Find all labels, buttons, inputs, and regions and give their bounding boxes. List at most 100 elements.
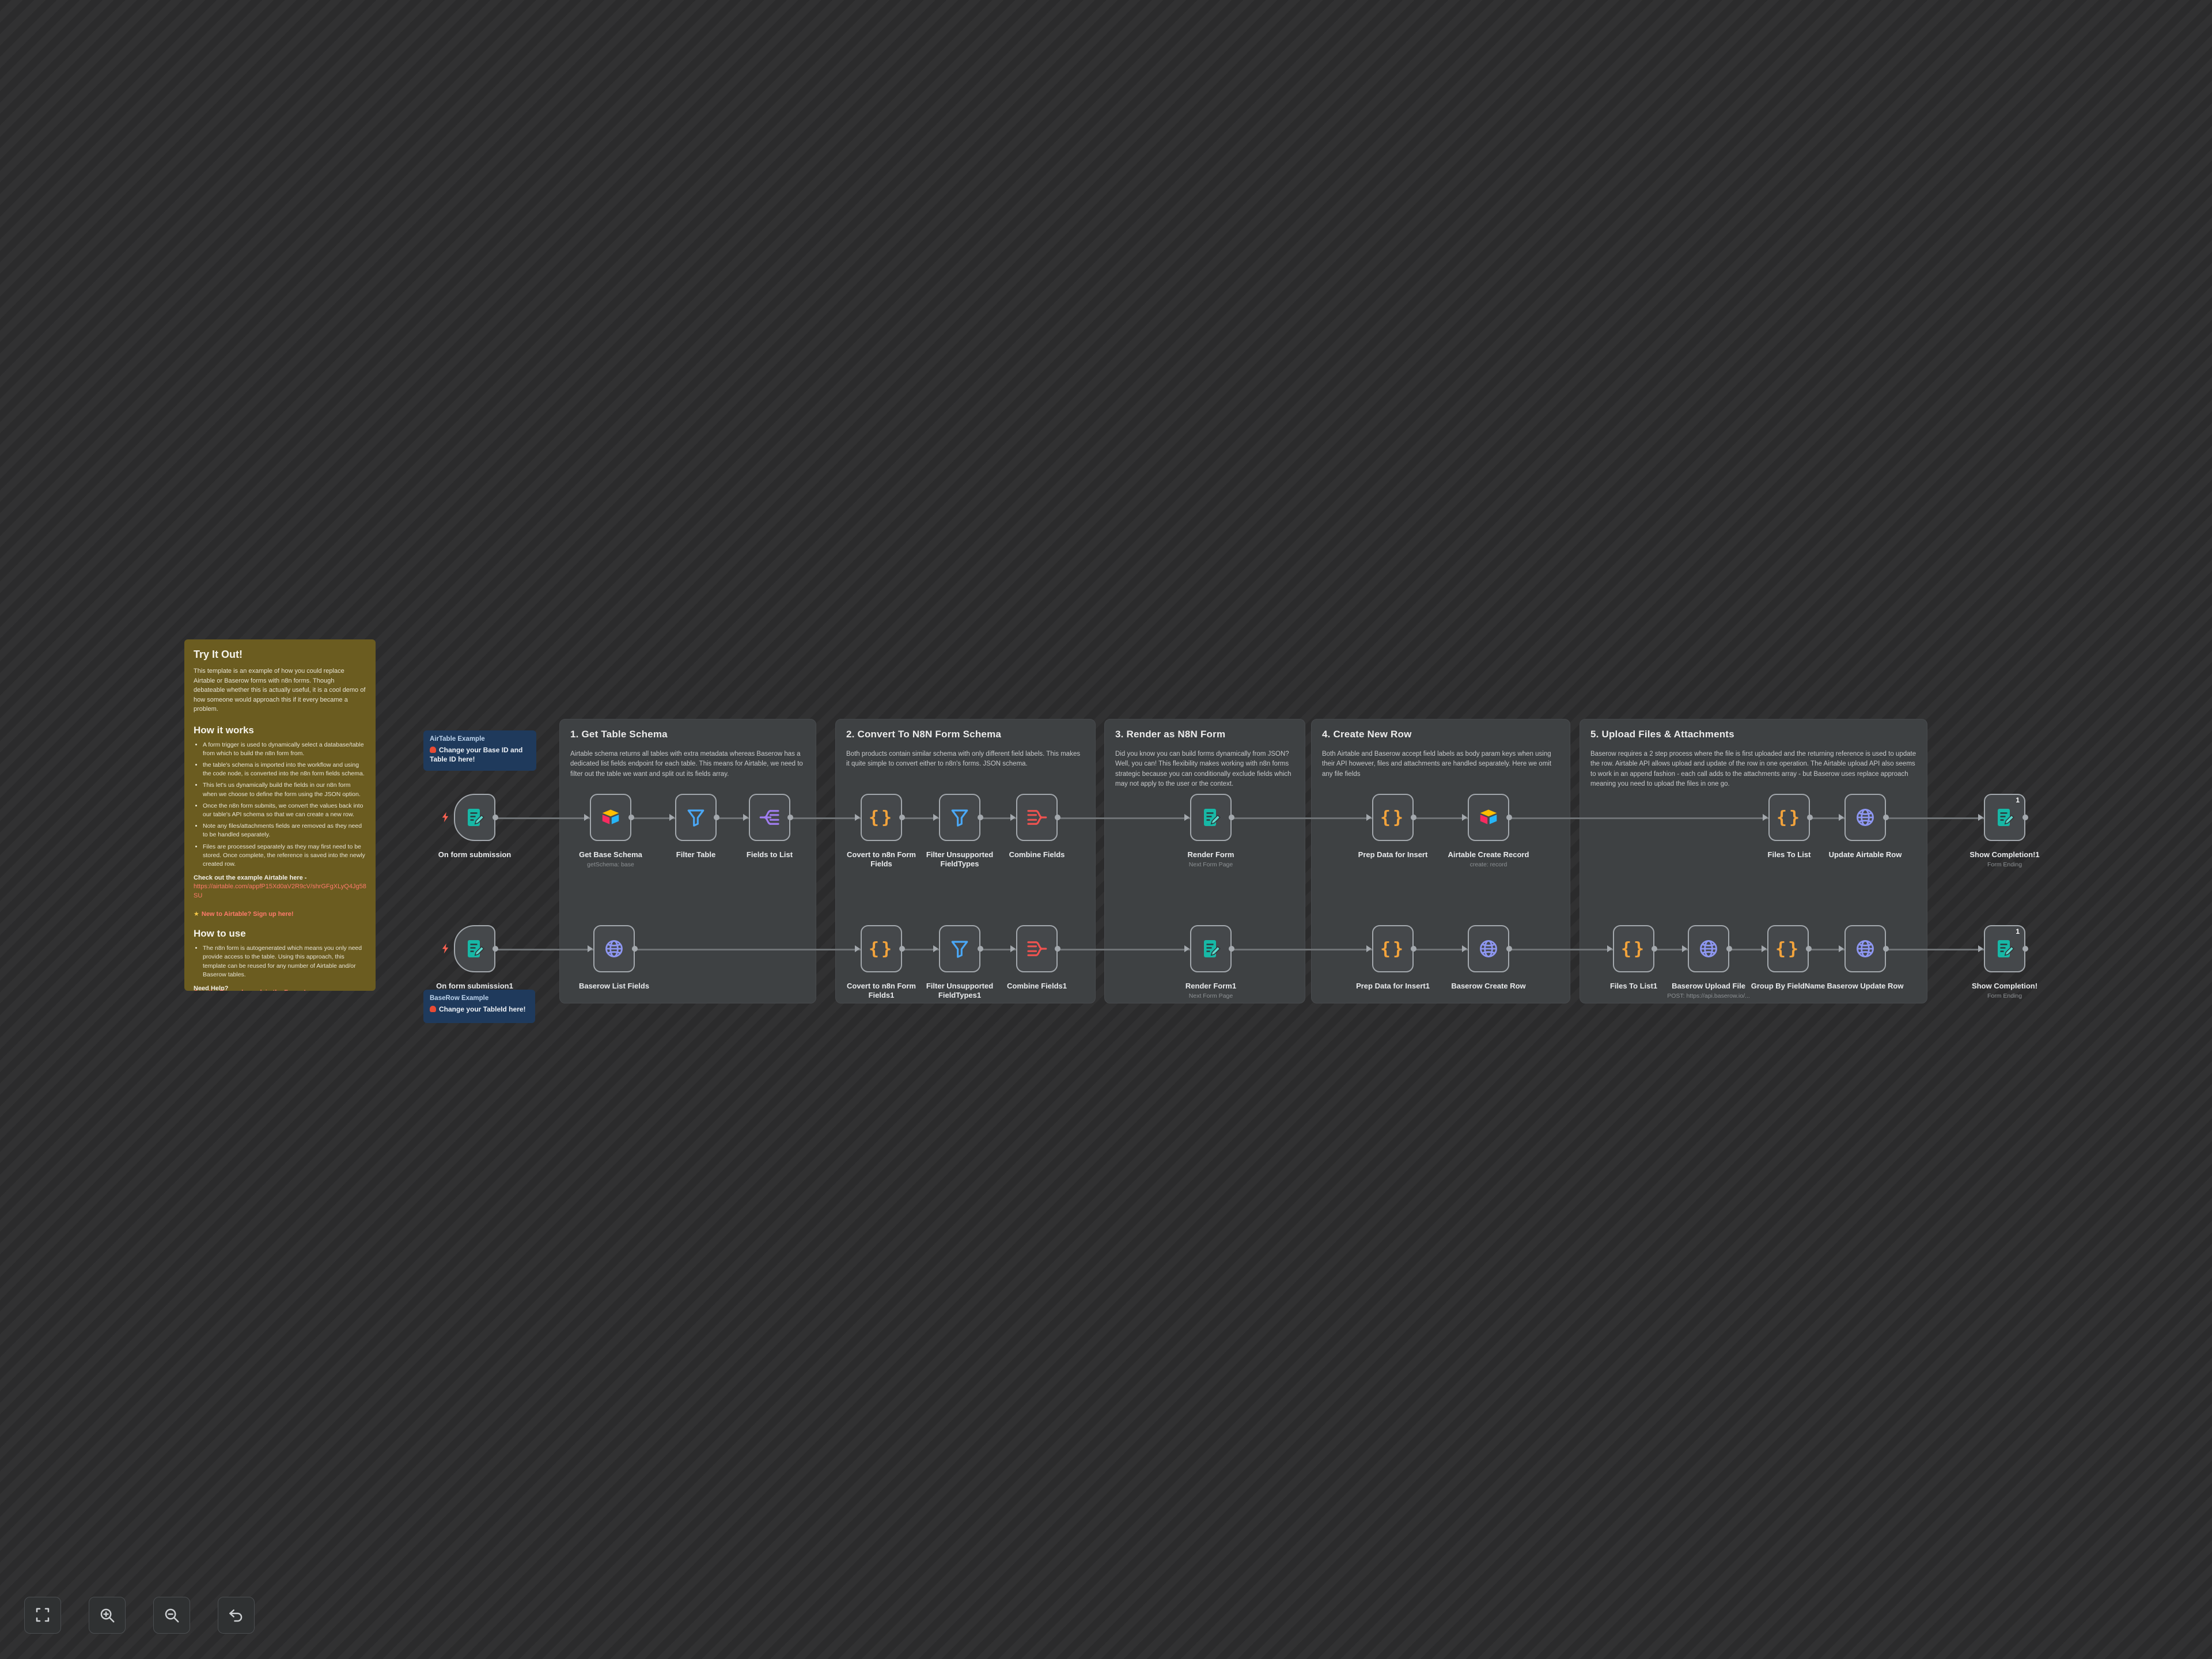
list-item: Files are processed separately as they m…	[203, 843, 366, 869]
node-caption: Combine Fields	[994, 850, 1080, 861]
globe-icon	[1478, 938, 1499, 959]
node-caption: Filter Unsupported FieldTypes	[916, 850, 1003, 871]
section-title: 5. Upload Files & Attachments	[1590, 729, 1916, 740]
code-icon: {}	[1380, 939, 1406, 959]
node-update-airtable-row[interactable]	[1844, 794, 1886, 841]
signup-link[interactable]: ★New to Airtable? Sign up here!	[194, 910, 366, 918]
zoom-to-fit-button[interactable]	[24, 1597, 61, 1634]
section-description: Baserow requires a 2 step process where …	[1590, 749, 1916, 789]
sticky-title: Try It Out!	[194, 649, 366, 661]
node-filter-unsupported-fieldtypes1[interactable]	[939, 925, 980, 972]
list-item: A form trigger is used to dynamically se…	[203, 741, 366, 758]
zoom-in-icon	[99, 1607, 116, 1624]
section-description: Did you know you can build forms dynamic…	[1115, 749, 1294, 789]
node-baserow-create-row[interactable]	[1468, 925, 1509, 972]
node-caption: Prep Data for Insert	[1350, 850, 1436, 861]
node-render-form1[interactable]	[1190, 925, 1232, 972]
check-airtable-label: Check out the example Airtable here -	[194, 874, 366, 881]
node-caption: Covert to n8n Form Fields	[838, 850, 925, 871]
node-caption: Fields to List	[726, 850, 813, 861]
list-item: the table's schema is imported into the …	[203, 761, 366, 778]
sticky-note-airtable-example[interactable]: AirTable Example Change your Base ID and…	[423, 730, 536, 771]
items-badge: 1	[2016, 927, 2020, 935]
airtable-example-link[interactable]: https://airtable.com/appfP15Xd0aV2R9cV/s…	[194, 882, 366, 901]
node-caption: Filter Unsupported FieldTypes1	[916, 982, 1003, 1002]
node-baserow-list-fields[interactable]	[593, 925, 635, 972]
filter-icon	[949, 938, 970, 959]
node-caption: On form submission	[431, 850, 518, 861]
zoom-in-button[interactable]	[89, 1597, 126, 1634]
node-show-completion[interactable]: 1	[1984, 925, 2025, 972]
how-to-use-heading: How to use	[194, 928, 366, 940]
node-caption: Show Completion!Form Ending	[1961, 982, 2048, 999]
node-files-to-list[interactable]: {}	[1768, 794, 1810, 841]
sticky-intro: This template is an example of how you c…	[194, 666, 366, 714]
section-description: Both Airtable and Baserow accept field l…	[1322, 749, 1559, 779]
node-on-form-submission[interactable]	[454, 794, 495, 841]
reset-button[interactable]	[218, 1597, 255, 1634]
help-links[interactable]: Join the Discord or ask in the Forum!	[194, 989, 306, 991]
node-caption: Baserow List Fields	[571, 982, 657, 993]
zoom-out-icon	[163, 1607, 180, 1624]
globe-icon	[1855, 807, 1876, 828]
filter-icon	[685, 807, 706, 828]
zoom-out-button[interactable]	[153, 1597, 190, 1634]
node-files-to-list1[interactable]: {}	[1613, 925, 1654, 972]
node-show-completion-1[interactable]: 1	[1984, 794, 2025, 841]
node-baserow-update-row[interactable]	[1844, 925, 1886, 972]
node-filter-table[interactable]	[675, 794, 717, 841]
node-combine-fields[interactable]	[1016, 794, 1058, 841]
form-trigger-icon	[464, 938, 485, 959]
node-caption: Render FormNext Form Page	[1168, 850, 1254, 868]
node-caption: Baserow Create Row	[1445, 982, 1532, 993]
node-caption: Files To List	[1746, 850, 1832, 861]
section-title: 3. Render as N8N Form	[1115, 729, 1294, 740]
node-covert-to-n8n-form-fields1[interactable]: {}	[861, 925, 902, 972]
node-caption: On form submission1	[431, 982, 518, 993]
siren-icon	[430, 1006, 436, 1012]
canvas-toolbar	[24, 1597, 255, 1634]
node-combine-fields1[interactable]	[1016, 925, 1058, 972]
code-icon: {}	[1777, 808, 1802, 828]
node-covert-to-n8n-form-fields[interactable]: {}	[861, 794, 902, 841]
code-icon: {}	[869, 808, 894, 828]
undo-icon	[228, 1607, 245, 1624]
sticky-note-try-it-out[interactable]: Try It Out! This template is an example …	[184, 639, 376, 991]
node-render-form[interactable]	[1190, 794, 1232, 841]
section-description: Airtable schema returns all tables with …	[570, 749, 805, 779]
section-title: 1. Get Table Schema	[570, 729, 805, 740]
siren-icon	[430, 747, 436, 753]
code-icon: {}	[1621, 939, 1646, 959]
node-caption: Baserow Update Row	[1822, 982, 1908, 993]
node-prep-data-for-insert1[interactable]: {}	[1372, 925, 1414, 972]
node-on-form-submission1[interactable]	[454, 925, 495, 972]
how-it-works-list: A form trigger is used to dynamically se…	[194, 741, 366, 869]
node-baserow-upload-file[interactable]	[1688, 925, 1729, 972]
n8n-workflow-canvas[interactable]: { "colors":{ "canvas_bg":"#2b2b2c","pane…	[0, 0, 2212, 1659]
how-to-use-list: The n8n form is autogenerated which mean…	[194, 944, 366, 979]
form-icon	[1200, 807, 1221, 828]
node-fields-to-list[interactable]	[749, 794, 790, 841]
sticky-note-baserow-example[interactable]: BaseRow Example Change your TableId here…	[423, 990, 535, 1023]
node-caption: Combine Fields1	[994, 982, 1080, 993]
node-group-by-fieldname[interactable]: {}	[1767, 925, 1809, 972]
star-icon: ★	[194, 911, 199, 918]
node-airtable-create-record[interactable]	[1468, 794, 1509, 841]
filter-icon	[949, 807, 970, 828]
node-filter-unsupported-fieldtypes[interactable]	[939, 794, 980, 841]
node-caption: Render Form1Next Form Page	[1168, 982, 1254, 999]
form-icon	[1994, 807, 2015, 828]
items-badge: 1	[2016, 796, 2020, 804]
code-icon: {}	[1775, 939, 1801, 959]
mini-note-body: Change your TableId here!	[430, 1005, 529, 1014]
trigger-bolt-icon	[440, 943, 452, 955]
node-prep-data-for-insert[interactable]: {}	[1372, 794, 1414, 841]
node-caption: Group By FieldName	[1745, 982, 1831, 993]
globe-icon	[604, 938, 624, 959]
aggregate-icon	[1027, 807, 1047, 828]
node-get-base-schema[interactable]	[590, 794, 631, 841]
mini-note-title: AirTable Example	[430, 736, 530, 743]
fit-view-icon	[34, 1607, 51, 1624]
section-title: 2. Convert To N8N Form Schema	[846, 729, 1085, 740]
airtable-icon	[1476, 807, 1501, 828]
